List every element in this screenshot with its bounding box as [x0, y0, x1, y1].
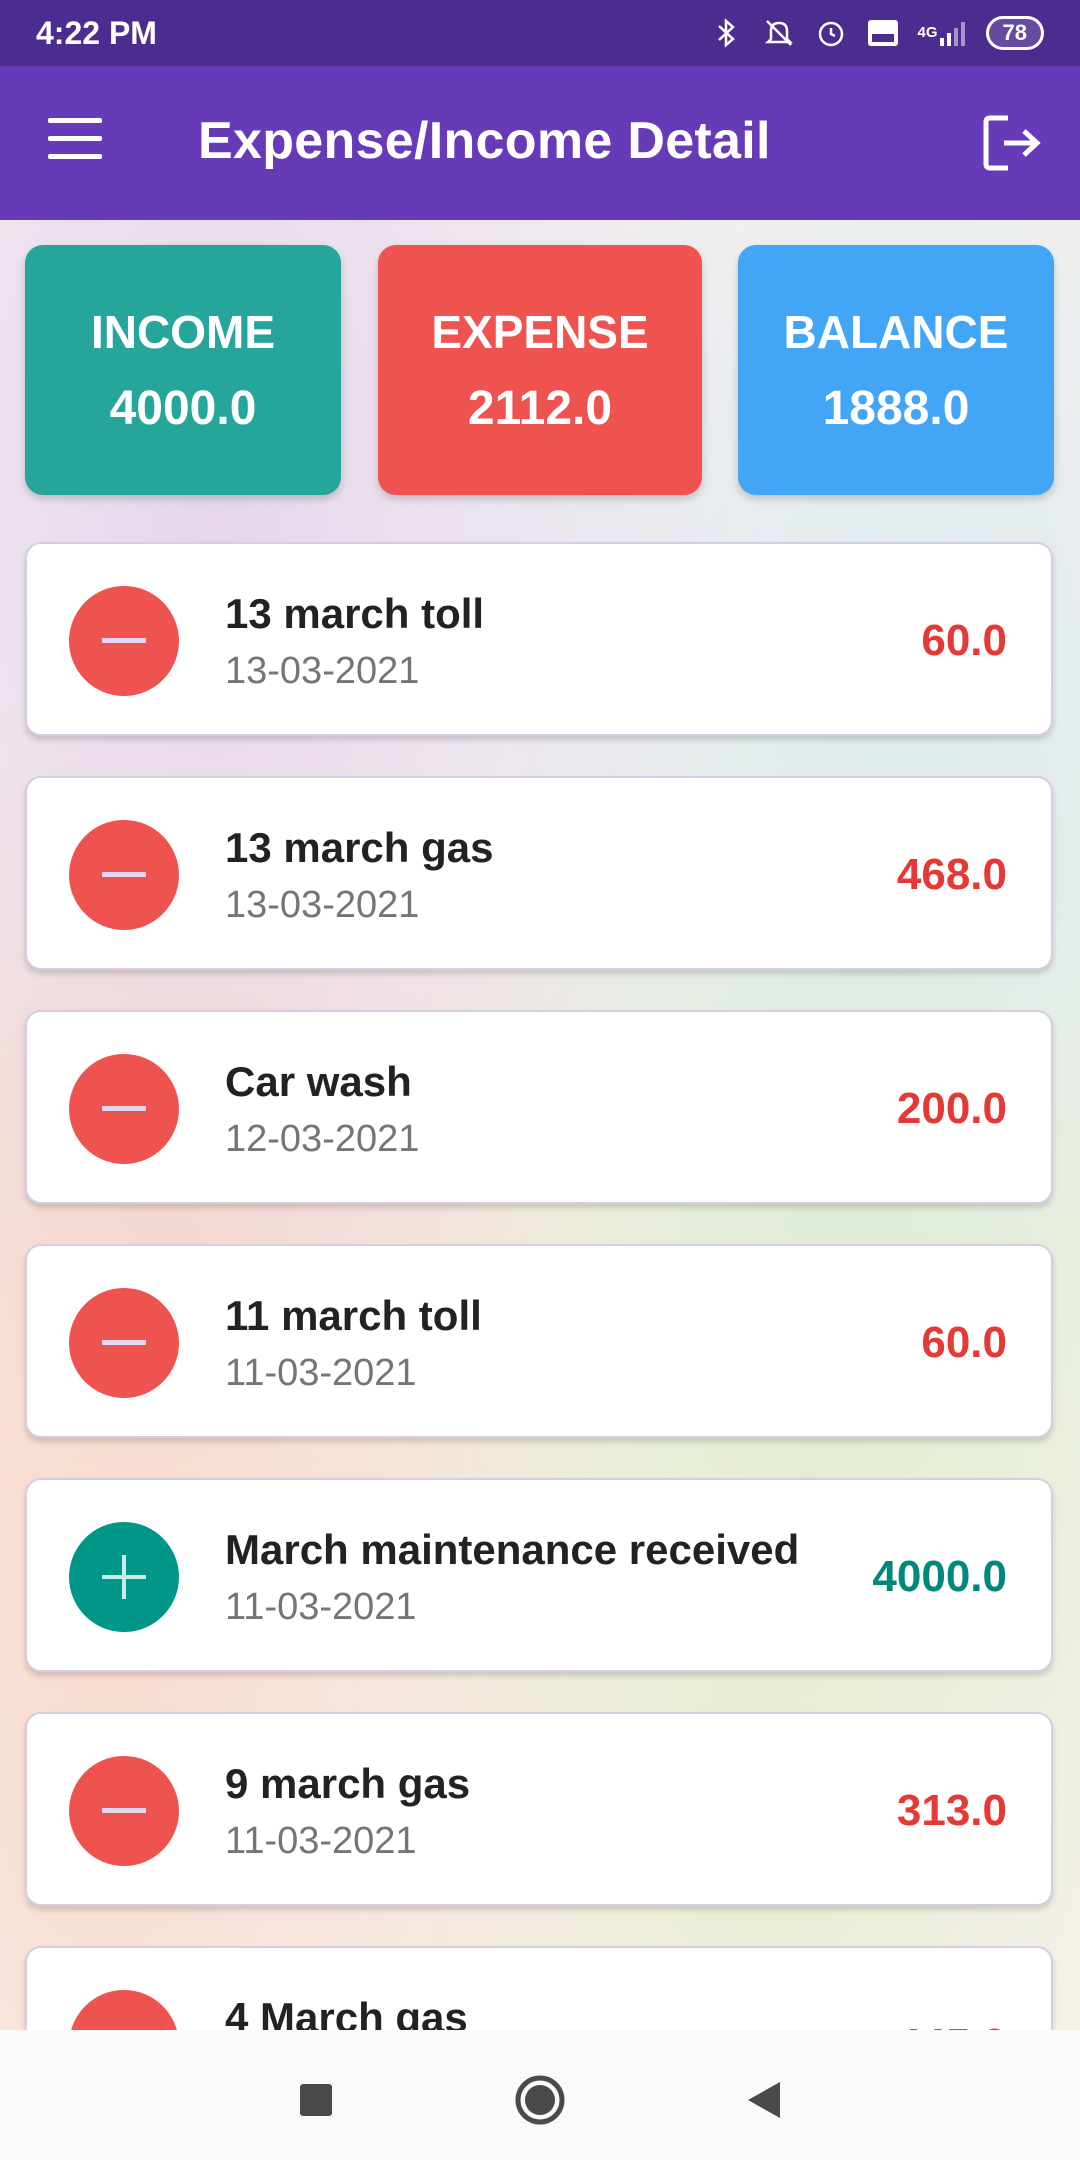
signal-icon: 4G — [918, 16, 968, 50]
transaction-row[interactable]: 4 March gas 445.0 — [25, 1946, 1053, 2030]
minus-icon — [69, 1288, 179, 1398]
transaction-date: 12-03-2021 — [225, 1118, 420, 1160]
transaction-name: 4 March gas — [225, 1994, 468, 2030]
status-icons: 4G 78 — [710, 16, 1044, 50]
income-card: INCOME 4000.0 — [25, 245, 341, 495]
transaction-name: Car wash — [225, 1058, 412, 1105]
minus-icon — [69, 820, 179, 930]
transaction-name: March maintenance received — [225, 1526, 800, 1573]
content-area: INCOME 4000.0 EXPENSE 2112.0 BALANCE 188… — [0, 220, 1080, 2030]
navigation-bar — [0, 2030, 1080, 2160]
expense-label: EXPENSE — [431, 305, 649, 358]
transaction-name: 9 march gas — [225, 1760, 471, 1807]
hamburger-menu-icon[interactable] — [48, 118, 102, 168]
transaction-row[interactable]: 11 march toll 11-03-2021 60.0 — [25, 1244, 1053, 1438]
expense-card: EXPENSE 2112.0 — [378, 245, 702, 495]
recents-icon[interactable] — [286, 2070, 346, 2130]
transaction-amount: 313.0 — [896, 1786, 1007, 1835]
transaction-name: 13 march toll — [225, 590, 485, 637]
minus-icon — [69, 1054, 179, 1164]
back-icon[interactable] — [734, 2070, 794, 2130]
transaction-amount: 4000.0 — [872, 1552, 1007, 1601]
balance-label: BALANCE — [783, 305, 1009, 358]
balance-value: 1888.0 — [822, 381, 970, 435]
app-bar: Expense/Income Detail — [0, 66, 1080, 220]
transaction-date: 11-03-2021 — [225, 1586, 417, 1628]
balance-card: BALANCE 1888.0 — [738, 245, 1054, 495]
bluetooth-icon — [710, 16, 744, 50]
transaction-row[interactable]: 13 march gas 13-03-2021 468.0 — [25, 776, 1053, 970]
transaction-row[interactable]: Car wash 12-03-2021 200.0 — [25, 1010, 1053, 1204]
transaction-amount: 200.0 — [896, 1084, 1007, 1133]
battery-icon: 78 — [985, 16, 1044, 50]
status-time: 4:22 PM — [36, 14, 157, 51]
transaction-name: 11 march toll — [225, 1292, 482, 1339]
transaction-date: 11-03-2021 — [225, 1352, 417, 1394]
transaction-name: 13 march gas — [225, 824, 494, 871]
minus-icon — [69, 1756, 179, 1866]
transaction-amount: 468.0 — [896, 850, 1007, 899]
plus-icon — [69, 1522, 179, 1632]
volte-icon — [866, 16, 900, 50]
minus-icon — [69, 586, 179, 696]
page-title: Expense/Income Detail — [198, 112, 771, 170]
transaction-amount: 445.0 — [897, 2020, 1007, 2030]
minus-icon — [69, 1990, 179, 2030]
transaction-date: 11-03-2021 — [225, 1820, 417, 1862]
transaction-row[interactable]: 9 march gas 11-03-2021 313.0 — [25, 1712, 1053, 1906]
income-value: 4000.0 — [109, 381, 257, 435]
transaction-amount: 60.0 — [921, 1318, 1007, 1367]
expense-value: 2112.0 — [467, 381, 613, 435]
alarm-icon — [814, 16, 848, 50]
logout-icon[interactable] — [982, 112, 1044, 174]
transaction-row[interactable]: March maintenance received 11-03-2021 40… — [25, 1478, 1053, 1672]
summary-cards: INCOME 4000.0 EXPENSE 2112.0 BALANCE 188… — [0, 245, 1080, 495]
status-bar: 4:22 PM 4G 78 — [0, 0, 1080, 66]
income-label: INCOME — [91, 305, 275, 358]
transaction-row[interactable]: 13 march toll 13-03-2021 60.0 — [25, 542, 1053, 736]
home-icon[interactable] — [510, 2070, 570, 2130]
notifications-off-icon — [762, 16, 796, 50]
transaction-date: 13-03-2021 — [225, 650, 420, 692]
transaction-amount: 60.0 — [921, 616, 1007, 665]
transaction-date: 13-03-2021 — [225, 884, 420, 926]
